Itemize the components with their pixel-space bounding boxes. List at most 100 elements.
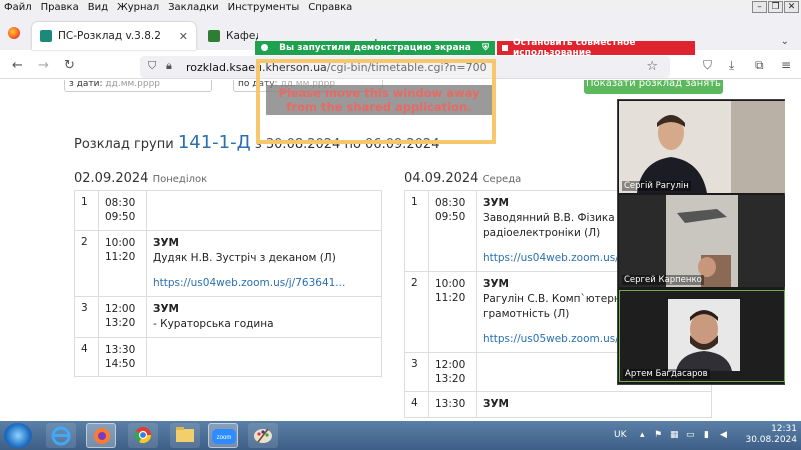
date-from-field[interactable]: з дати: дд.мм.рррр — [64, 80, 212, 92]
menu-history[interactable]: Журнал — [117, 2, 159, 13]
lesson-type: ЗУМ — [483, 278, 510, 290]
lesson-number: 4 — [404, 391, 429, 418]
lesson-description: Дудяк Н.В. Зустріч з деканом (Л) — [153, 252, 336, 264]
lesson-time: 12:00 13:20 — [98, 296, 147, 338]
tracking-shield-icon[interactable]: ⛉ — [148, 59, 156, 73]
stop-icon — [502, 45, 508, 51]
lesson-type: ЗУМ — [483, 398, 510, 410]
table-row: 4 13:30 14:50 — [74, 337, 382, 377]
day-date: 04.09.2024 — [404, 171, 479, 186]
lesson-time: 10:00 11:20 — [428, 271, 477, 353]
paint-icon[interactable] — [248, 423, 278, 448]
menu-tools[interactable]: Инструменты — [228, 2, 300, 13]
lesson-time: 13:30 — [428, 391, 477, 418]
kafedra-favicon-icon — [208, 30, 220, 42]
chevron-down-icon[interactable]: ⌄ — [781, 36, 789, 47]
download-icon[interactable]: ⤓ — [729, 58, 734, 73]
star-icon[interactable]: ☆ — [646, 59, 658, 74]
date-from-label: з дати: — [69, 80, 103, 89]
menu-help[interactable]: Справка — [308, 2, 352, 13]
menu-bookmarks[interactable]: Закладки — [168, 2, 219, 13]
firefox-icon[interactable] — [8, 27, 20, 39]
minimize-icon[interactable]: – — [752, 1, 767, 13]
language-indicator[interactable]: UK — [614, 430, 627, 440]
lesson-details — [146, 190, 382, 231]
taskbar: zoom UK ▴ ⚑ ▦ ▭ ▮ ◀ 12:31 30.08.2024 — [0, 421, 801, 450]
tray-flag-icon[interactable]: ⚑ — [654, 430, 662, 440]
shield-icon: ⛨ — [482, 43, 489, 53]
chrome-icon[interactable] — [128, 423, 158, 448]
extensions-icon[interactable]: ⧉ — [755, 58, 764, 73]
lesson-description: - Кураторська година — [153, 318, 274, 330]
date-from-placeholder: дд.мм.рррр — [105, 80, 160, 89]
lesson-number: 3 — [404, 352, 429, 392]
internet-explorer-icon[interactable] — [46, 423, 76, 448]
schedule-table-monday: 1 08:30 09:50 2 10:00 11:20 ЗУМ Дудяк Н.В.… — [74, 190, 382, 377]
lesson-type: ЗУМ — [483, 197, 510, 209]
menu-file[interactable]: Файл — [4, 2, 32, 13]
phone-icon — [261, 44, 268, 51]
restore-icon[interactable]: ❐ — [768, 1, 783, 13]
menu-view[interactable]: Вид — [88, 2, 108, 13]
lesson-number: 3 — [74, 296, 99, 338]
pocket-icon[interactable]: ⛉ — [703, 58, 712, 73]
lesson-time: 08:30 09:50 — [98, 190, 147, 231]
tab-rozklad[interactable]: ПС-Розклад v.3.8.2 ✕ — [32, 22, 196, 50]
video-tile-active[interactable]: Артем Багдасаров — [619, 290, 785, 382]
table-row: 4 13:30 ЗУМ — [404, 391, 712, 418]
close-window-icon[interactable]: ✕ — [784, 1, 799, 13]
table-row: 1 08:30 09:50 — [74, 190, 382, 231]
sharing-text: Вы запустили демонстрацию экрана — [279, 43, 471, 53]
lesson-details: ЗУМ - Кураторська година — [146, 296, 382, 338]
forward-arrow-icon[interactable]: → — [38, 58, 49, 73]
tray-battery-icon[interactable]: ▭ — [686, 430, 695, 440]
show-schedule-button[interactable]: Показати розклад занять — [584, 80, 723, 94]
lesson-number: 1 — [404, 190, 429, 272]
lesson-number: 1 — [74, 190, 99, 231]
back-arrow-icon[interactable]: ← — [12, 58, 23, 73]
lock-icon[interactable]: 🔒︎ — [166, 59, 172, 73]
lesson-details — [146, 337, 382, 377]
tab-title: ПС-Розклад v.3.8.2 — [58, 30, 161, 42]
lesson-time: 10:00 11:20 — [98, 230, 147, 297]
tray-network-icon[interactable]: ▦ — [670, 430, 679, 440]
stop-sharing-button[interactable]: Остановить совместное использование — [497, 38, 695, 58]
participant-name: Сергей Карпенко — [622, 275, 704, 285]
zoom-video-panel[interactable]: Сергій Рагулін Сергей Карпенко Артем Баг… — [617, 99, 785, 385]
firefox-taskbar-icon[interactable] — [86, 423, 116, 448]
menu-edit[interactable]: Правка — [41, 2, 79, 13]
start-button-icon[interactable] — [4, 423, 32, 448]
day-heading-wednesday: 04.09.2024 Середа — [404, 171, 521, 186]
zoom-link[interactable]: https://us04web.zoom.us/j/763641... — [153, 276, 375, 291]
lesson-time: 08:30 09:50 — [428, 190, 477, 272]
day-date: 02.09.2024 — [74, 171, 149, 186]
day-weekday: Середа — [482, 174, 522, 185]
shared-window-warning: Please move this window away from the sh… — [256, 59, 496, 144]
tray-arrow-icon[interactable]: ▴ — [640, 430, 645, 440]
window-controls: – ❐ ✕ — [752, 1, 799, 13]
hamburger-menu-icon[interactable]: ≡ — [781, 58, 791, 72]
lesson-details: ЗУМ Дудяк Н.В. Зустріч з деканом (Л) htt… — [146, 230, 382, 297]
folder-icon[interactable] — [170, 423, 200, 448]
video-tile[interactable]: Сергей Карпенко — [619, 195, 785, 287]
table-row: 2 10:00 11:20 ЗУМ Дудяк Н.В. Зустріч з де… — [74, 230, 382, 297]
tray-signal-icon[interactable]: ▮ — [704, 430, 709, 440]
tab-title: Кафедра гідротехнічного буд — [226, 30, 258, 42]
participant-video-icon — [619, 195, 785, 287]
participant-name: Сергій Рагулін — [622, 181, 691, 191]
tab-kafedra[interactable]: Кафедра гідротехнічного буд — [200, 22, 258, 50]
heading-prefix: Розклад групи — [74, 137, 174, 152]
menu-bar: Файл Правка Вид Журнал Закладки Инструме… — [0, 0, 801, 14]
tray-volume-icon[interactable]: ◀ — [720, 430, 727, 440]
zoom-app-icon[interactable]: zoom — [208, 423, 238, 448]
group-name: 141-1-Д — [177, 132, 251, 153]
lesson-details: ЗУМ — [476, 391, 712, 418]
rozklad-favicon-icon — [40, 30, 52, 42]
lesson-type: ЗУМ — [153, 237, 180, 249]
video-tile[interactable]: Сергій Рагулін — [619, 101, 785, 193]
clock[interactable]: 12:31 30.08.2024 — [745, 424, 797, 446]
tab-close-icon[interactable]: ✕ — [179, 30, 188, 43]
lesson-number: 4 — [74, 337, 99, 377]
reload-icon[interactable]: ↻ — [64, 58, 75, 73]
clock-date: 30.08.2024 — [745, 435, 797, 445]
